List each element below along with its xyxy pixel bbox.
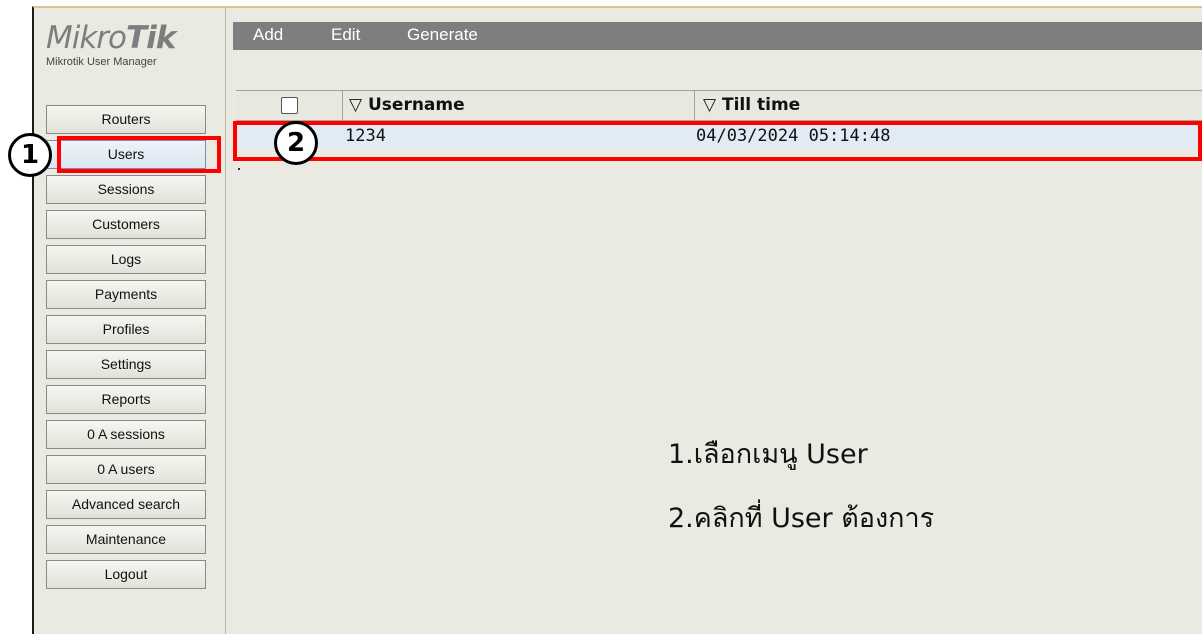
sidebar-item-active-users[interactable]: 0 A users [46,455,206,484]
logo-subtitle: Mikrotik User Manager [46,56,157,68]
column-header-till-time[interactable]: ▽ Till time [694,91,1202,120]
sidebar-item-maintenance[interactable]: Maintenance [46,525,206,554]
sidebar-item-advanced-search[interactable]: Advanced search [46,490,206,519]
sidebar-item-logs[interactable]: Logs [46,245,206,274]
step-2-badge: 2 [274,121,318,165]
instruction-line-1: 1.เลือกเมนู User [668,439,868,470]
sidebar-item-reports[interactable]: Reports [46,385,206,414]
logo-brand-bold: Tik [126,20,176,56]
step-1-badge: 1 [8,133,52,177]
instruction-line-2: 2.คลิกที่ User ต้องการ [668,503,935,534]
sidebar-nav: Routers Users Sessions Customers Logs Pa… [46,105,208,595]
select-all-checkbox[interactable] [281,97,298,114]
mikrotik-logo: MikroTik Mikrotik User Manager [46,22,206,68]
sidebar-item-payments[interactable]: Payments [46,280,206,309]
table-header: ▽ Username ▽ Till time [236,90,1202,121]
edit-button[interactable]: Edit [331,22,360,50]
sidebar-item-active-sessions[interactable]: 0 A sessions [46,420,206,449]
table-dot [238,168,240,170]
toolbar: Add Edit Generate [233,22,1202,50]
generate-button[interactable]: Generate [407,22,478,50]
sidebar-item-customers[interactable]: Customers [46,210,206,239]
sidebar-item-routers[interactable]: Routers [46,105,206,134]
sidebar: MikroTik Mikrotik User Manager Routers U… [34,8,226,634]
logo-brand-light: Mikro [46,20,127,56]
sidebar-item-logout[interactable]: Logout [46,560,206,589]
sidebar-item-sessions[interactable]: Sessions [46,175,206,204]
highlight-user-row [233,121,1202,161]
add-button[interactable]: Add [253,22,283,50]
column-header-username[interactable]: ▽ Username [342,91,694,120]
sidebar-item-settings[interactable]: Settings [46,350,206,379]
highlight-users-menu [57,136,221,173]
sidebar-item-profiles[interactable]: Profiles [46,315,206,344]
